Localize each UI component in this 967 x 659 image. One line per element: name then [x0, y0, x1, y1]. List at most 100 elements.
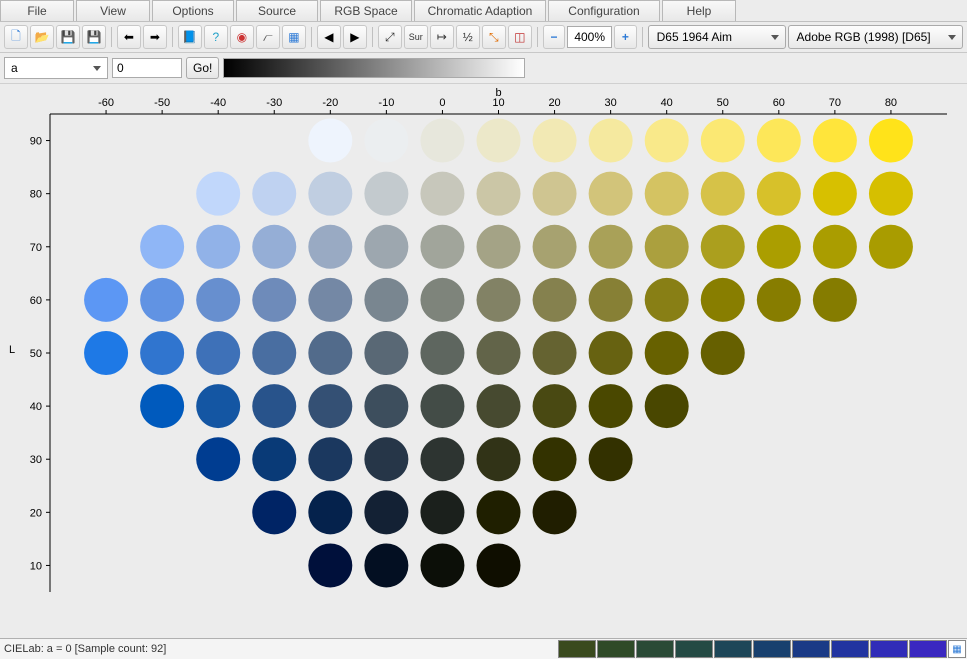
bounds-icon[interactable]: ◫ [508, 25, 532, 49]
color-swatch[interactable] [533, 331, 577, 375]
color-swatch[interactable] [420, 225, 464, 269]
rgbspace-combo[interactable]: Adobe RGB (1998) [D65] [788, 25, 963, 49]
color-swatch[interactable] [308, 119, 352, 163]
color-swatch[interactable] [84, 278, 128, 322]
sur-icon[interactable]: Sur [404, 25, 428, 49]
color-swatch[interactable] [477, 331, 521, 375]
color-swatch[interactable] [477, 172, 521, 216]
color-swatch[interactable] [252, 384, 296, 428]
color-swatch[interactable] [84, 331, 128, 375]
color-swatch[interactable] [308, 543, 352, 587]
status-swatch[interactable] [870, 640, 908, 658]
color-swatch[interactable] [364, 490, 408, 534]
color-swatch[interactable] [364, 384, 408, 428]
color-swatch[interactable] [533, 384, 577, 428]
menu-configuration[interactable]: Configuration [548, 0, 660, 21]
color-swatch[interactable] [252, 278, 296, 322]
menu-file[interactable]: File [0, 0, 74, 21]
status-swatch[interactable] [714, 640, 752, 658]
menu-view[interactable]: View [76, 0, 150, 21]
menu-options[interactable]: Options [152, 0, 234, 21]
color-swatch[interactable] [196, 278, 240, 322]
color-swatch[interactable] [869, 172, 913, 216]
color-wheel-icon[interactable]: ◉ [230, 25, 254, 49]
color-swatch[interactable] [308, 225, 352, 269]
export-icon[interactable]: ➡ [143, 25, 167, 49]
color-swatch[interactable] [645, 172, 689, 216]
color-swatch[interactable] [645, 225, 689, 269]
color-swatch[interactable] [589, 278, 633, 322]
color-swatch[interactable] [252, 437, 296, 481]
color-swatch[interactable] [589, 225, 633, 269]
menu-rgb-space[interactable]: RGB Space [320, 0, 412, 21]
color-swatch[interactable] [364, 119, 408, 163]
color-swatch[interactable] [252, 331, 296, 375]
menu-help[interactable]: Help [662, 0, 736, 21]
info-icon[interactable]: ? [204, 25, 228, 49]
status-swatch[interactable] [636, 640, 674, 658]
color-swatch[interactable] [420, 437, 464, 481]
color-swatch[interactable] [813, 172, 857, 216]
next-icon[interactable]: ▶ [343, 25, 367, 49]
color-swatch[interactable] [420, 278, 464, 322]
color-swatch[interactable] [140, 331, 184, 375]
color-swatch[interactable] [196, 225, 240, 269]
color-swatch[interactable] [252, 172, 296, 216]
curve-icon[interactable]: ⦧ [256, 25, 280, 49]
color-swatch[interactable] [477, 225, 521, 269]
book-icon[interactable]: 📘 [178, 25, 202, 49]
import-icon[interactable]: ⬅ [117, 25, 141, 49]
color-swatch[interactable] [364, 172, 408, 216]
save-stop-icon[interactable]: 💾 [82, 25, 106, 49]
color-swatch[interactable] [477, 490, 521, 534]
color-swatch[interactable] [196, 384, 240, 428]
color-swatch[interactable] [252, 490, 296, 534]
resize-icon[interactable]: ⤢ [378, 25, 402, 49]
save-icon[interactable]: 💾 [56, 25, 80, 49]
color-swatch[interactable] [645, 331, 689, 375]
color-swatch[interactable] [196, 331, 240, 375]
color-swatch[interactable] [869, 225, 913, 269]
color-swatch[interactable] [308, 437, 352, 481]
status-swatch[interactable] [792, 640, 830, 658]
zoom-value[interactable]: 400% [567, 26, 612, 48]
color-swatch[interactable] [589, 437, 633, 481]
color-swatch[interactable] [196, 172, 240, 216]
color-swatch[interactable] [364, 331, 408, 375]
color-swatch[interactable] [477, 384, 521, 428]
color-swatch[interactable] [420, 119, 464, 163]
color-swatch[interactable] [196, 437, 240, 481]
color-swatch[interactable] [533, 490, 577, 534]
color-swatch[interactable] [308, 278, 352, 322]
color-swatch[interactable] [701, 331, 745, 375]
color-swatch[interactable] [645, 119, 689, 163]
open-icon[interactable]: 📂 [30, 25, 54, 49]
color-swatch[interactable] [308, 384, 352, 428]
status-swatch[interactable] [831, 640, 869, 658]
color-swatch[interactable] [589, 384, 633, 428]
color-swatch[interactable] [533, 278, 577, 322]
color-swatch[interactable] [869, 119, 913, 163]
color-swatch[interactable] [757, 225, 801, 269]
color-swatch[interactable] [252, 225, 296, 269]
palette-toggle-icon[interactable]: ▦ [948, 640, 966, 658]
color-swatch[interactable] [757, 172, 801, 216]
color-swatch[interactable] [420, 490, 464, 534]
color-swatch[interactable] [813, 278, 857, 322]
go-button[interactable]: Go! [186, 57, 219, 79]
color-swatch[interactable] [533, 437, 577, 481]
color-swatch[interactable] [589, 331, 633, 375]
color-swatch[interactable] [757, 278, 801, 322]
color-swatch[interactable] [813, 225, 857, 269]
axis-select[interactable]: a [4, 57, 108, 79]
color-swatch[interactable] [645, 278, 689, 322]
color-swatch[interactable] [477, 119, 521, 163]
color-swatch[interactable] [701, 119, 745, 163]
expand-icon[interactable]: ⤡ [482, 25, 506, 49]
color-swatch[interactable] [701, 172, 745, 216]
spacing-icon[interactable]: ↦ [430, 25, 454, 49]
aim-combo[interactable]: D65 1964 Aim [648, 25, 786, 49]
status-swatch[interactable] [753, 640, 791, 658]
color-swatch[interactable] [420, 543, 464, 587]
color-swatch[interactable] [364, 543, 408, 587]
